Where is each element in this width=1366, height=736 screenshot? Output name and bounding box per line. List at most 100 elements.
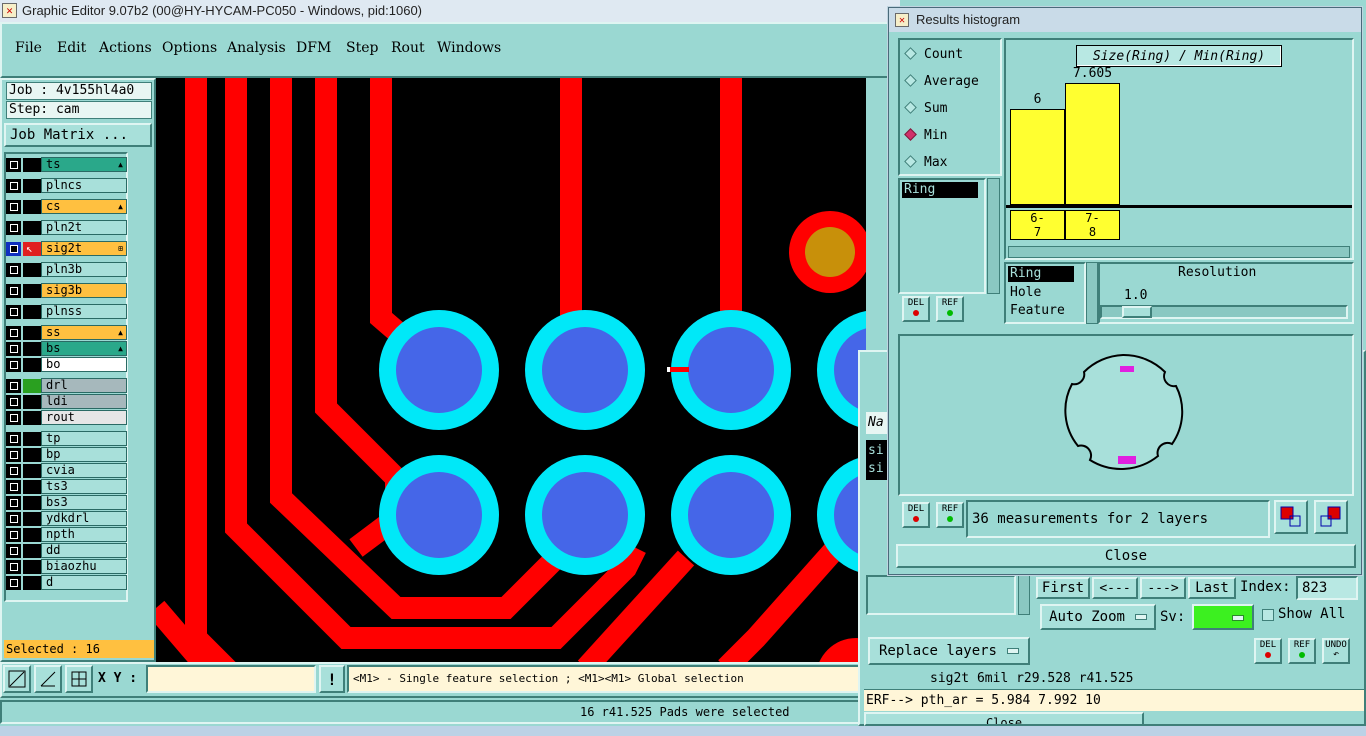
menu-options[interactable]: Options (162, 40, 217, 56)
option-max[interactable]: Max (904, 155, 947, 170)
layer-row-cvia[interactable]: cvia (6, 463, 127, 478)
layer-color-swatch[interactable] (23, 576, 41, 590)
layer-row-drl[interactable]: drl (6, 378, 127, 393)
menu-edit[interactable]: Edit (57, 40, 86, 56)
layer-toggle-checkbox[interactable] (6, 560, 21, 574)
next-button[interactable]: ---> (1140, 577, 1186, 599)
layer-name[interactable]: pln3b (41, 262, 127, 277)
layer-row-pln3b[interactable]: pln3b (6, 262, 127, 277)
layer-toggle-checkbox[interactable] (6, 512, 21, 526)
layer-toggle-checkbox[interactable] (6, 200, 21, 214)
layer-row-sig2t[interactable]: ↖ sig2t ⊞ (6, 241, 127, 256)
layer-row-bs[interactable]: bs ▲ (6, 341, 127, 356)
erf-close-button[interactable]: Close (864, 712, 1144, 726)
erf-del-button[interactable]: DEL (1254, 638, 1282, 664)
layer-row-d[interactable]: d (6, 575, 127, 590)
menu-dfm[interactable]: DFM (296, 40, 331, 56)
grid-snap-icon[interactable] (65, 665, 93, 693)
layer-color-swatch[interactable] (23, 200, 41, 214)
layer-toggle-checkbox[interactable] (6, 432, 21, 446)
layer-row-bo[interactable]: bo (6, 357, 127, 372)
layer-toggle-checkbox[interactable] (6, 411, 21, 425)
layer-name[interactable]: drl (41, 378, 127, 393)
measure-icon[interactable] (34, 665, 62, 693)
menu-rout[interactable]: Rout (391, 40, 425, 56)
layer-row-tp[interactable]: tp (6, 431, 127, 446)
layer-row-plncs[interactable]: plncs (6, 178, 127, 193)
layer-name[interactable]: cvia (41, 463, 127, 478)
layer-row-ydkdrl[interactable]: ydkdrl (6, 511, 127, 526)
layer-color-swatch[interactable] (23, 284, 41, 298)
hist-del-button[interactable]: DEL (902, 296, 930, 322)
layer-row-bs3[interactable]: bs3 (6, 495, 127, 510)
layer-toggle-checkbox[interactable] (6, 496, 21, 510)
graphics-canvas[interactable] (156, 78, 866, 662)
bin-range-label[interactable]: 6- 7 (1010, 210, 1065, 240)
category-feature[interactable]: Feature (1010, 303, 1065, 318)
layer-row-plnss[interactable]: plnss (6, 304, 127, 319)
category-ring[interactable]: Ring (1008, 266, 1074, 282)
category-scrollbar[interactable] (1086, 262, 1098, 324)
layer-row-dd[interactable]: dd (6, 543, 127, 558)
layer-name[interactable]: plnss (41, 304, 127, 319)
layer-toggle-checkbox[interactable] (6, 464, 21, 478)
layer-color-swatch[interactable] (23, 305, 41, 319)
layer-toggle-checkbox[interactable] (6, 158, 21, 172)
layer-row-rout[interactable]: rout (6, 410, 127, 425)
layer-toggle-checkbox[interactable] (6, 358, 21, 372)
layer-toggle-checkbox[interactable] (6, 221, 21, 235)
layer-name[interactable]: bo (41, 357, 127, 372)
show-all-checkbox[interactable] (1262, 609, 1274, 621)
layer-color-swatch[interactable] (23, 342, 41, 356)
option-count[interactable]: Count (904, 47, 963, 62)
layer-name[interactable]: ts3 (41, 479, 127, 494)
layer-row-ts3[interactable]: ts3 (6, 479, 127, 494)
category-hole[interactable]: Hole (1010, 285, 1041, 300)
layer-color-swatch[interactable] (23, 379, 41, 393)
menu-analysis[interactable]: Analysis (227, 40, 286, 56)
alert-button[interactable]: ! (319, 665, 345, 693)
layer-color-swatch[interactable] (23, 358, 41, 372)
layer-toggle-checkbox[interactable] (6, 480, 21, 494)
undo-button[interactable]: UNDO ↶ (1322, 638, 1350, 664)
layer-color-swatch[interactable] (23, 528, 41, 542)
layer-row-cs[interactable]: cs ▲ (6, 199, 127, 214)
layer-color-swatch[interactable] (23, 432, 41, 446)
layer-name[interactable]: biaozhu (41, 559, 127, 574)
layer-toggle-checkbox[interactable] (6, 326, 21, 340)
layer-name[interactable]: ts ▲ (41, 157, 127, 172)
layer-color-swatch[interactable] (23, 544, 41, 558)
import-icon[interactable] (1314, 500, 1348, 534)
measure-list-scrollbar[interactable] (987, 178, 1000, 294)
layer-toggle-checkbox[interactable] (6, 305, 21, 319)
layer-toggle-checkbox[interactable] (6, 528, 21, 542)
layer-row-pln2t[interactable]: pln2t (6, 220, 127, 235)
layer-toggle-checkbox[interactable] (6, 379, 21, 393)
layer-name[interactable]: sig3b (41, 283, 127, 298)
layer-row-ldi[interactable]: ldi (6, 394, 127, 409)
layer-toggle-checkbox[interactable] (6, 179, 21, 193)
zoom-fit-icon[interactable] (3, 665, 31, 693)
layer-row-ts[interactable]: ts ▲ (6, 157, 127, 172)
erf-partial-row[interactable]: si (868, 443, 884, 458)
layer-color-swatch[interactable] (23, 326, 41, 340)
prev-button[interactable]: <--- (1092, 577, 1138, 599)
preview-ref-button[interactable]: REF (936, 502, 964, 528)
histogram-close-button[interactable]: Close (896, 544, 1356, 568)
menu-actions[interactable]: Actions (99, 40, 152, 56)
layer-toggle-checkbox[interactable] (6, 395, 21, 409)
layer-color-swatch[interactable] (23, 496, 41, 510)
histogram-bar[interactable] (1010, 109, 1065, 205)
xy-input[interactable] (146, 665, 316, 693)
index-field[interactable]: 823 (1296, 576, 1358, 600)
layer-toggle-checkbox[interactable] (6, 448, 21, 462)
layer-toggle-checkbox[interactable] (6, 263, 21, 277)
layer-name[interactable]: bs ▲ (41, 341, 127, 356)
layer-color-swatch[interactable] (23, 464, 41, 478)
layer-name[interactable]: plncs (41, 178, 127, 193)
last-button[interactable]: Last (1188, 577, 1236, 599)
option-min[interactable]: Min (904, 128, 947, 143)
option-sum[interactable]: Sum (904, 101, 947, 116)
sv-color-select[interactable] (1192, 604, 1254, 630)
measure-list-item[interactable]: Ring (902, 182, 978, 198)
